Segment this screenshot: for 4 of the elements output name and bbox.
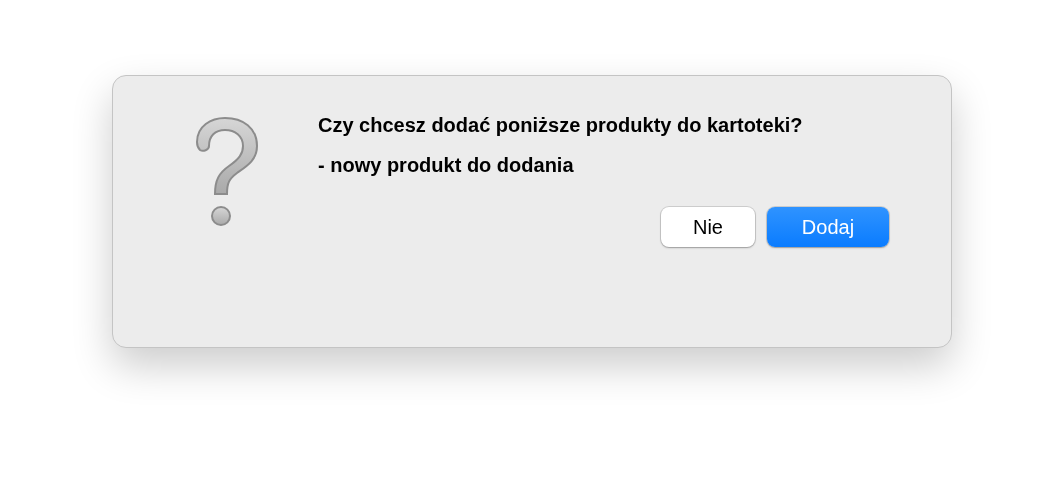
dialog-detail: - nowy produkt do dodania: [318, 153, 575, 178]
add-button[interactable]: Dodaj: [767, 207, 889, 247]
no-button[interactable]: Nie: [661, 207, 755, 247]
dialog-message: Czy chcesz dodać poniższe produkty do kartoteki?: [318, 113, 804, 138]
